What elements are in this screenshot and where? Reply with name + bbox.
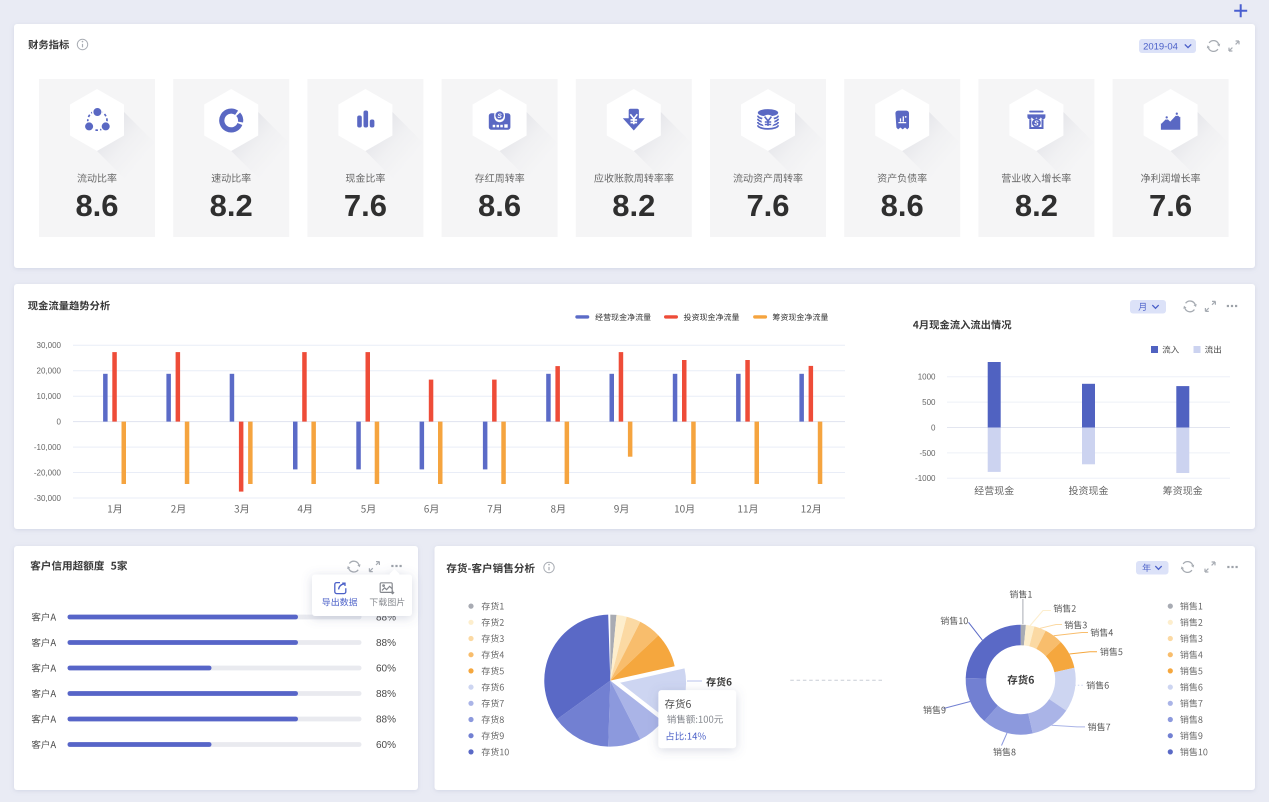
svg-text:-20,000: -20,000 bbox=[34, 468, 62, 477]
svg-text:0: 0 bbox=[57, 418, 62, 427]
svg-text:8.2: 8.2 bbox=[1015, 188, 1058, 223]
svg-text:S: S bbox=[497, 113, 502, 120]
svg-text:8.6: 8.6 bbox=[478, 188, 521, 223]
svg-text:-500: -500 bbox=[919, 449, 936, 458]
svg-text:88%: 88% bbox=[376, 715, 396, 726]
svg-text:88%: 88% bbox=[376, 689, 396, 700]
svg-text:S: S bbox=[1034, 121, 1039, 128]
svg-text:-10,000: -10,000 bbox=[34, 443, 62, 452]
svg-text:-1000: -1000 bbox=[915, 474, 936, 483]
svg-text:8.6: 8.6 bbox=[881, 188, 924, 223]
svg-text:-30,000: -30,000 bbox=[34, 494, 62, 503]
svg-text:500: 500 bbox=[922, 398, 936, 407]
svg-text:7.6: 7.6 bbox=[344, 188, 387, 223]
svg-text:7.6: 7.6 bbox=[746, 188, 789, 223]
svg-text:20,000: 20,000 bbox=[37, 367, 62, 376]
svg-text:30,000: 30,000 bbox=[37, 341, 62, 350]
svg-text:0: 0 bbox=[931, 423, 936, 432]
svg-text:8.6: 8.6 bbox=[75, 188, 118, 223]
svg-text:88%: 88% bbox=[376, 638, 396, 649]
svg-text:60%: 60% bbox=[376, 740, 396, 751]
svg-text:2019-04: 2019-04 bbox=[1143, 41, 1178, 52]
svg-text:60%: 60% bbox=[376, 664, 396, 675]
svg-text:7.6: 7.6 bbox=[1149, 188, 1192, 223]
svg-text:10,000: 10,000 bbox=[37, 392, 62, 401]
svg-text:1000: 1000 bbox=[918, 373, 936, 382]
svg-text:8.2: 8.2 bbox=[612, 188, 655, 223]
svg-text:8.2: 8.2 bbox=[210, 188, 253, 223]
